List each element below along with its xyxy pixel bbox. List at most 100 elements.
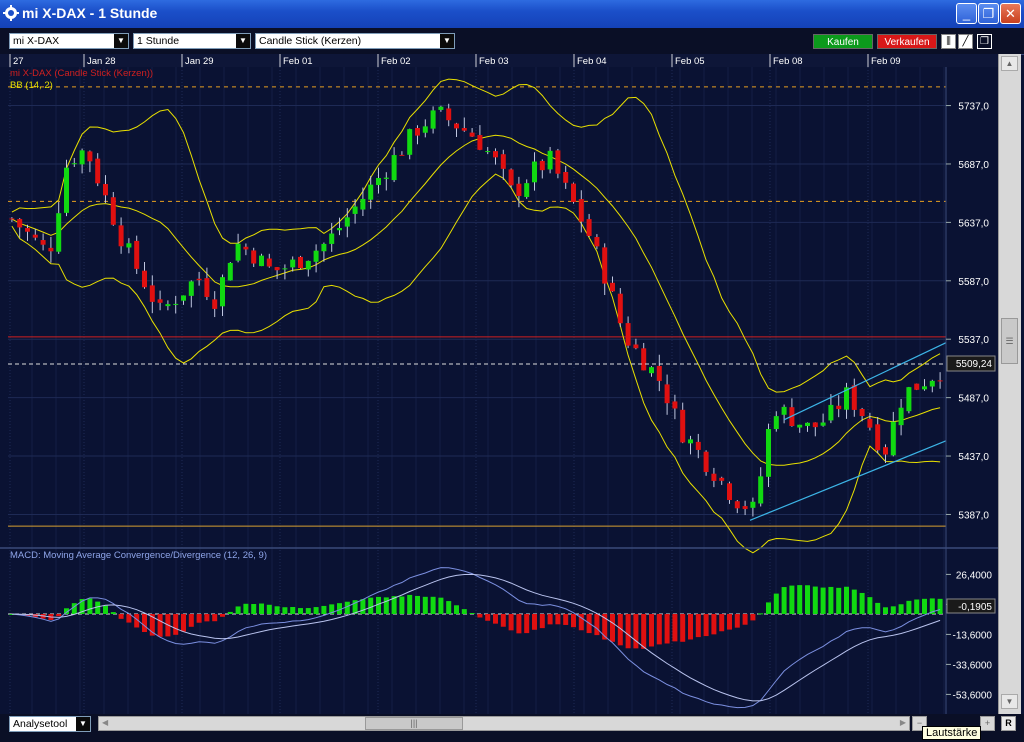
candle-body (851, 385, 857, 410)
candle-body (383, 177, 389, 179)
reset-button[interactable]: R (1001, 716, 1016, 731)
macd-histogram-bar (532, 614, 537, 630)
date-label: Feb 05 (675, 56, 705, 67)
candle-body (118, 225, 124, 247)
candle-body (282, 268, 288, 270)
candle-body (103, 184, 108, 196)
candle-body (227, 262, 233, 281)
macd-histogram-bar (594, 614, 600, 636)
candle-body (337, 227, 342, 231)
candle-body (578, 199, 584, 222)
candle-body (719, 477, 725, 481)
candle-body (610, 282, 615, 292)
buy-button[interactable]: Kaufen (813, 34, 873, 49)
candle-body (438, 106, 444, 110)
macd-histogram-bar (274, 606, 280, 614)
macd-histogram-bar (539, 614, 545, 629)
bottom-bar: Analysetool ▼ ◀ ||| ▶ − + R (0, 714, 1024, 742)
volume-tooltip: Lautstärke (922, 726, 982, 740)
date-label: Jan 29 (185, 56, 214, 67)
macd-histogram-bar (820, 587, 826, 614)
candle-body (859, 408, 865, 417)
chart-settings-icon[interactable]: ⫼ (941, 34, 956, 49)
candle-body (415, 127, 420, 136)
candle-body (867, 418, 873, 428)
macd-histogram-bar (118, 614, 124, 619)
candle-body (672, 401, 678, 409)
window-title: mi X-DAX - 1 Stunde (22, 5, 158, 21)
candle-body (188, 281, 194, 296)
scroll-down-icon[interactable]: ▼ (1001, 694, 1018, 709)
macd-histogram-bar (376, 596, 381, 614)
draw-line-icon[interactable]: ╱ (958, 34, 973, 49)
macd-histogram-bar (906, 600, 912, 614)
close-button[interactable]: ✕ (1000, 3, 1021, 24)
candle-body (48, 247, 54, 252)
macd-histogram-bar (555, 614, 561, 625)
macd-histogram-bar (898, 604, 904, 614)
candle-body (493, 151, 498, 158)
maximize-button[interactable]: ❐ (978, 3, 999, 24)
hscroll-thumb[interactable]: ||| (365, 717, 463, 730)
macd-histogram-bar (695, 614, 701, 638)
restore-window-icon[interactable]: ❐ (977, 34, 992, 49)
current-price-label: 5509,24 (956, 359, 993, 370)
scroll-thumb[interactable]: ☰ (1001, 318, 1018, 364)
date-label: Feb 04 (577, 56, 607, 67)
macd-histogram-bar (883, 607, 888, 614)
chevron-down-icon[interactable]: ▼ (236, 34, 250, 48)
candle-body (641, 348, 647, 371)
zoom-in-button[interactable]: + (980, 716, 995, 731)
candle-body (173, 303, 179, 305)
horizontal-scrollbar[interactable]: ◀ ||| ▶ (98, 716, 910, 731)
candle-body (399, 154, 405, 156)
vertical-scrollbar[interactable]: ▲ ☰ ▼ (998, 54, 1021, 714)
price-label: 5687,0 (958, 160, 989, 171)
macd-histogram-bar (508, 614, 514, 631)
macd-histogram-bar (922, 598, 927, 614)
macd-histogram-bar (633, 614, 639, 649)
macd-histogram-bar (750, 614, 756, 621)
interval-select[interactable]: 1 Stunde ▼ (133, 33, 251, 49)
candle-body (524, 183, 530, 197)
scroll-right-icon[interactable]: ▶ (900, 718, 906, 727)
candle-body (906, 387, 912, 412)
chevron-down-icon[interactable]: ▼ (114, 34, 128, 48)
scroll-up-icon[interactable]: ▲ (1001, 56, 1018, 71)
candle-body (781, 406, 787, 415)
candle-body (196, 278, 202, 281)
macd-histogram-bar (672, 614, 678, 642)
analysis-tool-select[interactable]: Analysetool ▼ (9, 716, 91, 732)
symbol-select[interactable]: mi X-DAX ▼ (9, 33, 129, 49)
macd-title: MACD: Moving Average Convergence/Diverge… (10, 550, 267, 561)
candle-body (508, 169, 514, 186)
macd-histogram-bar (454, 605, 459, 614)
macd-histogram-bar (766, 602, 771, 614)
candle-body (17, 219, 23, 228)
sell-button[interactable]: Verkaufen (877, 34, 937, 49)
macd-axis-label: -53,6000 (953, 690, 993, 701)
candle-body (703, 451, 709, 472)
macd-histogram-bar (103, 605, 108, 614)
bb-legend: BB (14, 2) (10, 80, 53, 91)
scroll-left-icon[interactable]: ◀ (102, 718, 108, 727)
candle-body (243, 246, 249, 250)
candle-body (407, 129, 413, 155)
candle-body (25, 228, 30, 232)
candle-body (922, 386, 927, 390)
macd-histogram-bar (360, 599, 366, 614)
macd-histogram-bar (563, 614, 569, 625)
minimize-button[interactable]: _ (956, 3, 977, 24)
candle-body (929, 380, 935, 387)
date-label: Feb 01 (283, 56, 313, 67)
macd-histogram-bar (664, 614, 670, 644)
date-label: Jan 28 (87, 56, 116, 67)
chevron-down-icon[interactable]: ▼ (440, 34, 454, 48)
macd-histogram-bar (914, 599, 920, 614)
price-label: 5637,0 (958, 218, 989, 229)
candle-body (454, 123, 459, 129)
macd-histogram-bar (282, 607, 288, 614)
chevron-down-icon[interactable]: ▼ (76, 717, 90, 731)
chart-type-select[interactable]: Candle Stick (Kerzen) ▼ (255, 33, 455, 49)
candle-body (477, 135, 483, 150)
